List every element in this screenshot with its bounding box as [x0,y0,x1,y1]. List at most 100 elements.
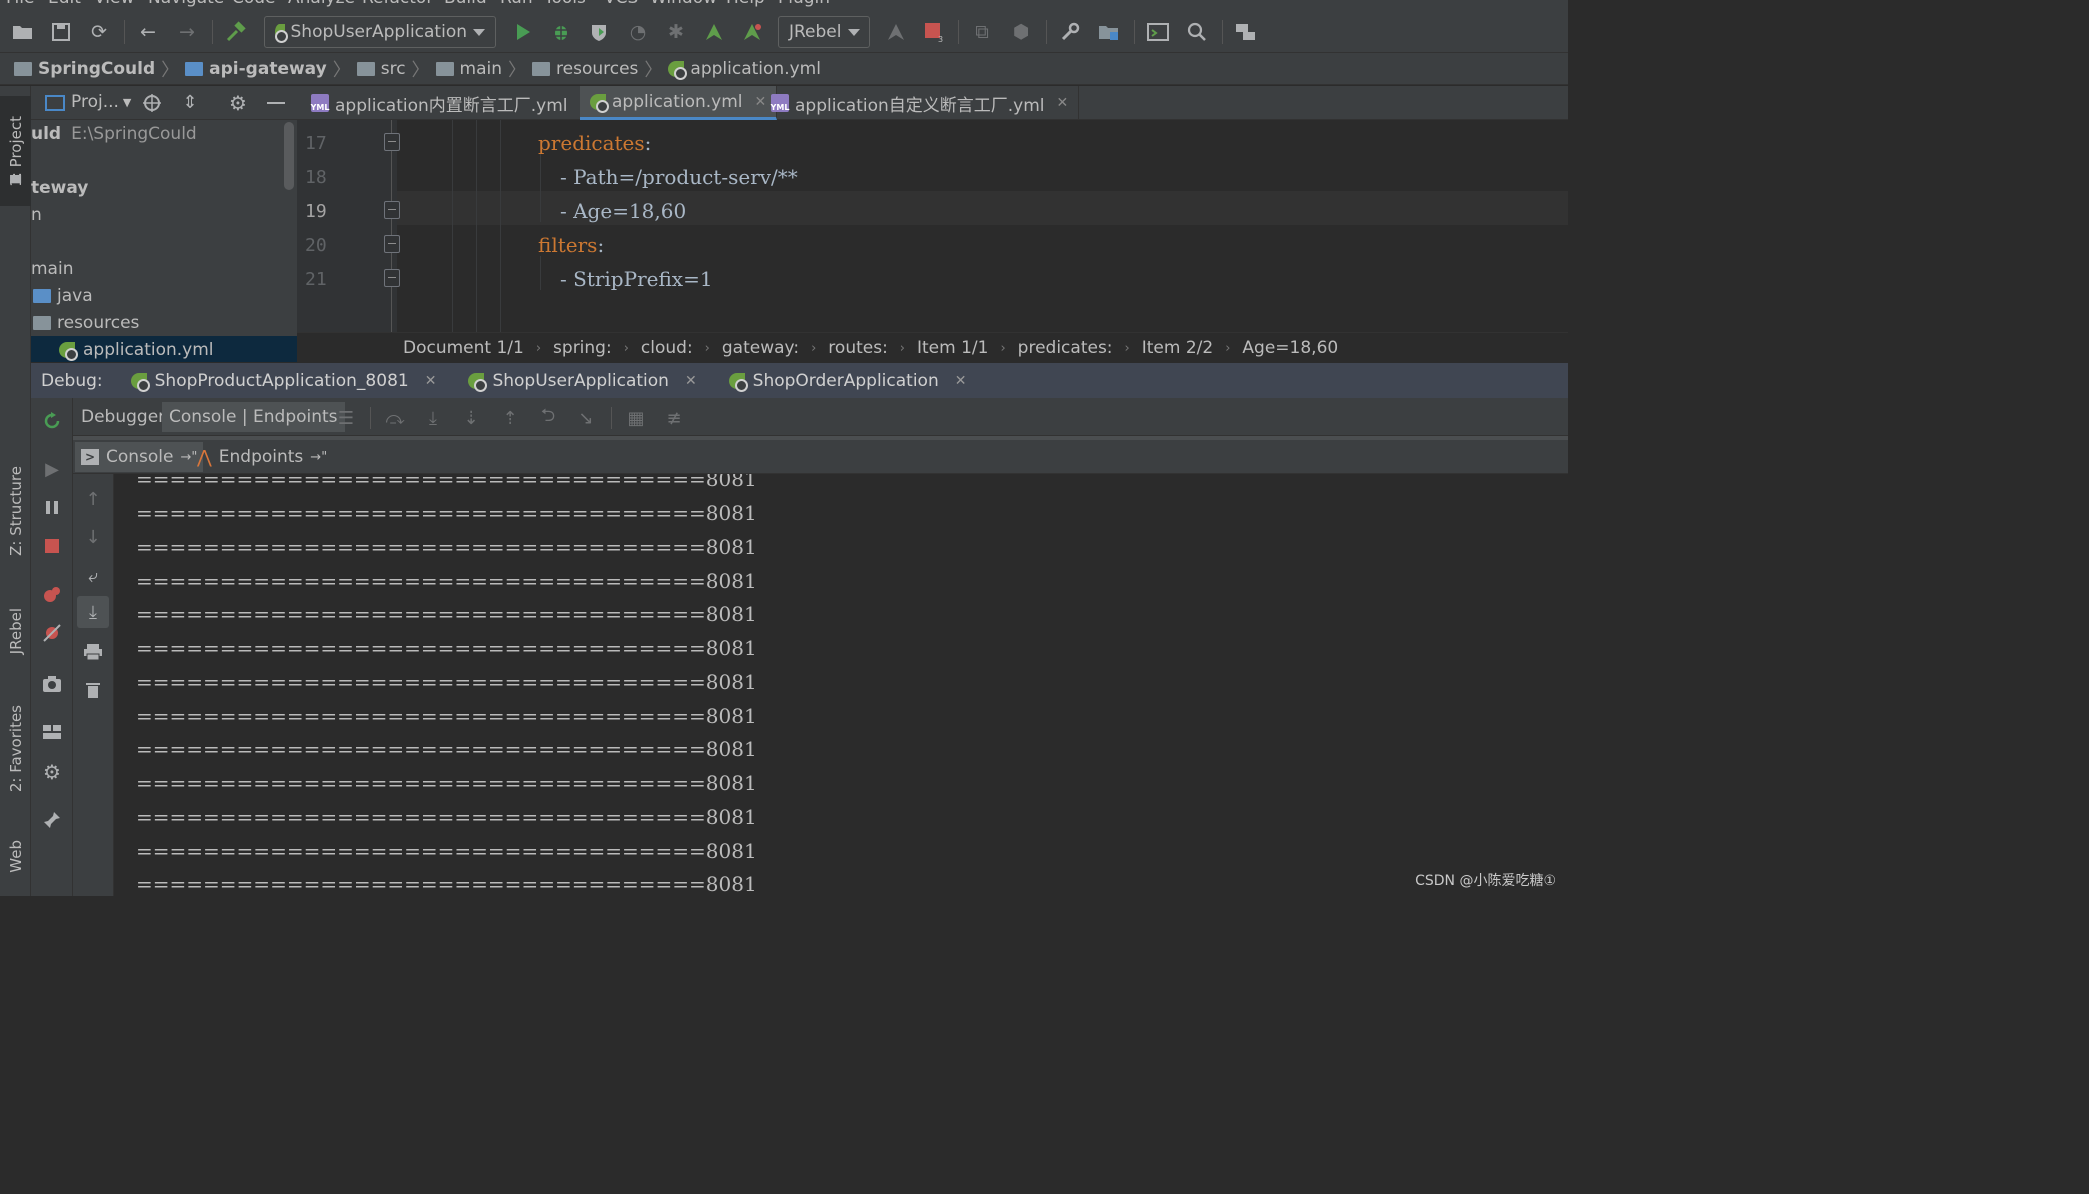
menu-tools[interactable]: Tools [544,0,586,8]
back-arrow-icon[interactable]: ← [136,20,160,44]
menu-vcs[interactable]: VCS [604,0,638,8]
menu-code[interactable]: Code [232,0,276,8]
structure-crumb[interactable]: Age=18,60 [1242,338,1338,358]
settings-wrench-icon[interactable] [1058,20,1082,44]
tool-tab-jrebel[interactable]: JRebel [0,591,31,671]
menu-run[interactable]: Run [500,0,533,8]
run-icon[interactable] [511,20,535,44]
menu-help[interactable]: Help [726,0,765,8]
close-icon[interactable]: ✕ [685,373,697,389]
minimize-icon[interactable] [267,102,285,104]
breadcrumb-resources[interactable]: resources [532,59,638,79]
jrebel-config-select[interactable]: JRebel [778,16,870,48]
profile-icon[interactable]: ◔ [626,20,650,44]
console-output[interactable]: ==================================8081 =… [114,474,1568,896]
breadcrumb-src[interactable]: src [356,59,406,79]
project-structure-icon[interactable] [1097,20,1121,44]
forward-arrow-icon[interactable]: → [175,20,199,44]
tree-item-resources[interactable]: resources [31,309,297,336]
breadcrumb-main[interactable]: main [435,59,502,79]
structure-crumb[interactable]: Item 1/1 [917,338,988,358]
stop-icon[interactable]: 3 [922,20,946,44]
structure-crumb[interactable]: predicates: [1018,338,1113,358]
fold-marker-icon[interactable] [384,269,400,287]
tool-tab-web[interactable]: Web [0,826,31,886]
fold-marker-icon[interactable] [384,201,400,219]
tree-item-main[interactable]: main [31,255,297,282]
jrebel-run-icon[interactable] [702,20,726,44]
editor-tab-application-yml[interactable]: application.yml ✕ [580,86,778,120]
editor-tab-custom-predicates[interactable]: YML application自定义断言工厂.yml ✕ [761,86,1080,120]
menu-plugin[interactable]: Plugin [778,0,830,8]
collapse-all-icon[interactable]: ⇕ [179,92,201,114]
console-endpoints-tab[interactable]: Console | Endpoints [162,402,345,432]
debug-session-tab-product[interactable]: ShopProductApplication_8081 ✕ [130,371,437,392]
menu-view[interactable]: View [94,0,134,8]
structure-crumb[interactable]: Item 2/2 [1142,338,1213,358]
jrebel-debug-icon[interactable] [740,20,764,44]
trace-icon[interactable]: ≢ [663,407,685,429]
database-tool-icon[interactable] [1234,20,1258,44]
structure-crumb[interactable]: gateway: [722,338,799,358]
camera-icon[interactable] [40,672,64,696]
evaluate-expression-icon[interactable]: ▦ [625,407,647,429]
run-to-cursor-icon[interactable]: ↘ [575,407,597,429]
tool-tab-favorites[interactable]: 2: Favorites [0,694,31,804]
fold-marker-icon[interactable] [384,133,400,151]
menu-refactor[interactable]: Refactor [362,0,433,8]
tree-item-application-yml[interactable]: application.yml [31,336,297,362]
tree-item-java[interactable]: java [31,282,297,309]
save-icon[interactable] [49,20,73,44]
project-scrollbar[interactable] [284,122,294,190]
deploy-icon[interactable]: ⧉ [970,20,994,44]
debug-session-tab-order[interactable]: ShopOrderApplication ✕ [728,371,967,392]
scroll-to-end-icon[interactable]: ⤓ [81,600,105,624]
step-over-icon[interactable]: ⤓ [422,407,444,429]
debug-bug-icon[interactable] [549,20,573,44]
soft-wrap-icon[interactable]: ⤶ [81,564,105,588]
code-editor[interactable]: 17 18 19 20 21 predicates: - Path=/produ… [297,120,1568,332]
menu-navigate[interactable]: Navigate [148,0,224,8]
build-hammer-icon[interactable] [224,20,248,44]
view-breakpoints-icon[interactable] [40,583,64,607]
package-icon[interactable]: ⬢ [1009,20,1033,44]
print-icon[interactable] [81,640,105,664]
drop-frame-icon[interactable]: ⮌ [537,405,559,429]
close-icon[interactable]: ✕ [955,373,967,389]
resume-icon[interactable]: ▶ [40,457,64,481]
structure-crumb[interactable]: routes: [828,338,888,358]
pin-icon[interactable] [40,808,64,832]
terminal-window-icon[interactable] [1146,20,1170,44]
show-execution-point-icon[interactable]: ⤼ [384,407,406,429]
endpoints-subtab[interactable]: ⋀ Endpoints →" [191,442,333,472]
hammer-disabled-icon[interactable] [884,20,908,44]
debug-session-tab-user[interactable]: ShopUserApplication ✕ [468,371,697,392]
trash-icon[interactable] [81,678,105,702]
rerun-icon[interactable] [40,409,64,433]
gear-icon[interactable]: ⚙ [227,91,249,115]
step-into-icon[interactable]: ⇣ [460,407,482,429]
project-view-select[interactable]: Proj... ▼ [71,92,131,112]
step-out-icon[interactable]: ⇡ [499,407,521,429]
attach-icon[interactable]: ✱ [664,20,688,44]
structure-crumb[interactable]: cloud: [641,338,693,358]
menu-window[interactable]: Window [650,0,717,8]
open-folder-icon[interactable] [11,20,35,44]
close-icon[interactable]: ✕ [1057,95,1069,111]
search-icon[interactable] [1185,20,1209,44]
tool-tab-structure[interactable]: Z: Structure [0,456,31,566]
menu-lines-icon[interactable]: ☰ [335,407,357,429]
locate-crosshair-icon[interactable] [141,92,163,114]
menu-analyze[interactable]: Analyze [288,0,355,8]
breadcrumb-file[interactable]: application.yml [668,59,821,80]
fold-marker-icon[interactable] [384,235,400,253]
debugger-tab[interactable]: Debugger [74,402,172,432]
run-config-select[interactable]: ShopUserApplication [264,16,496,48]
console-subtab[interactable]: > Console →" [75,442,204,472]
menu-file[interactable]: File [6,0,34,8]
pause-icon[interactable] [40,495,64,519]
layout-icon[interactable] [40,720,64,744]
breadcrumb-project[interactable]: SpringCould [14,59,155,79]
menu-edit[interactable]: Edit [48,0,81,8]
close-icon[interactable]: ✕ [425,373,437,389]
